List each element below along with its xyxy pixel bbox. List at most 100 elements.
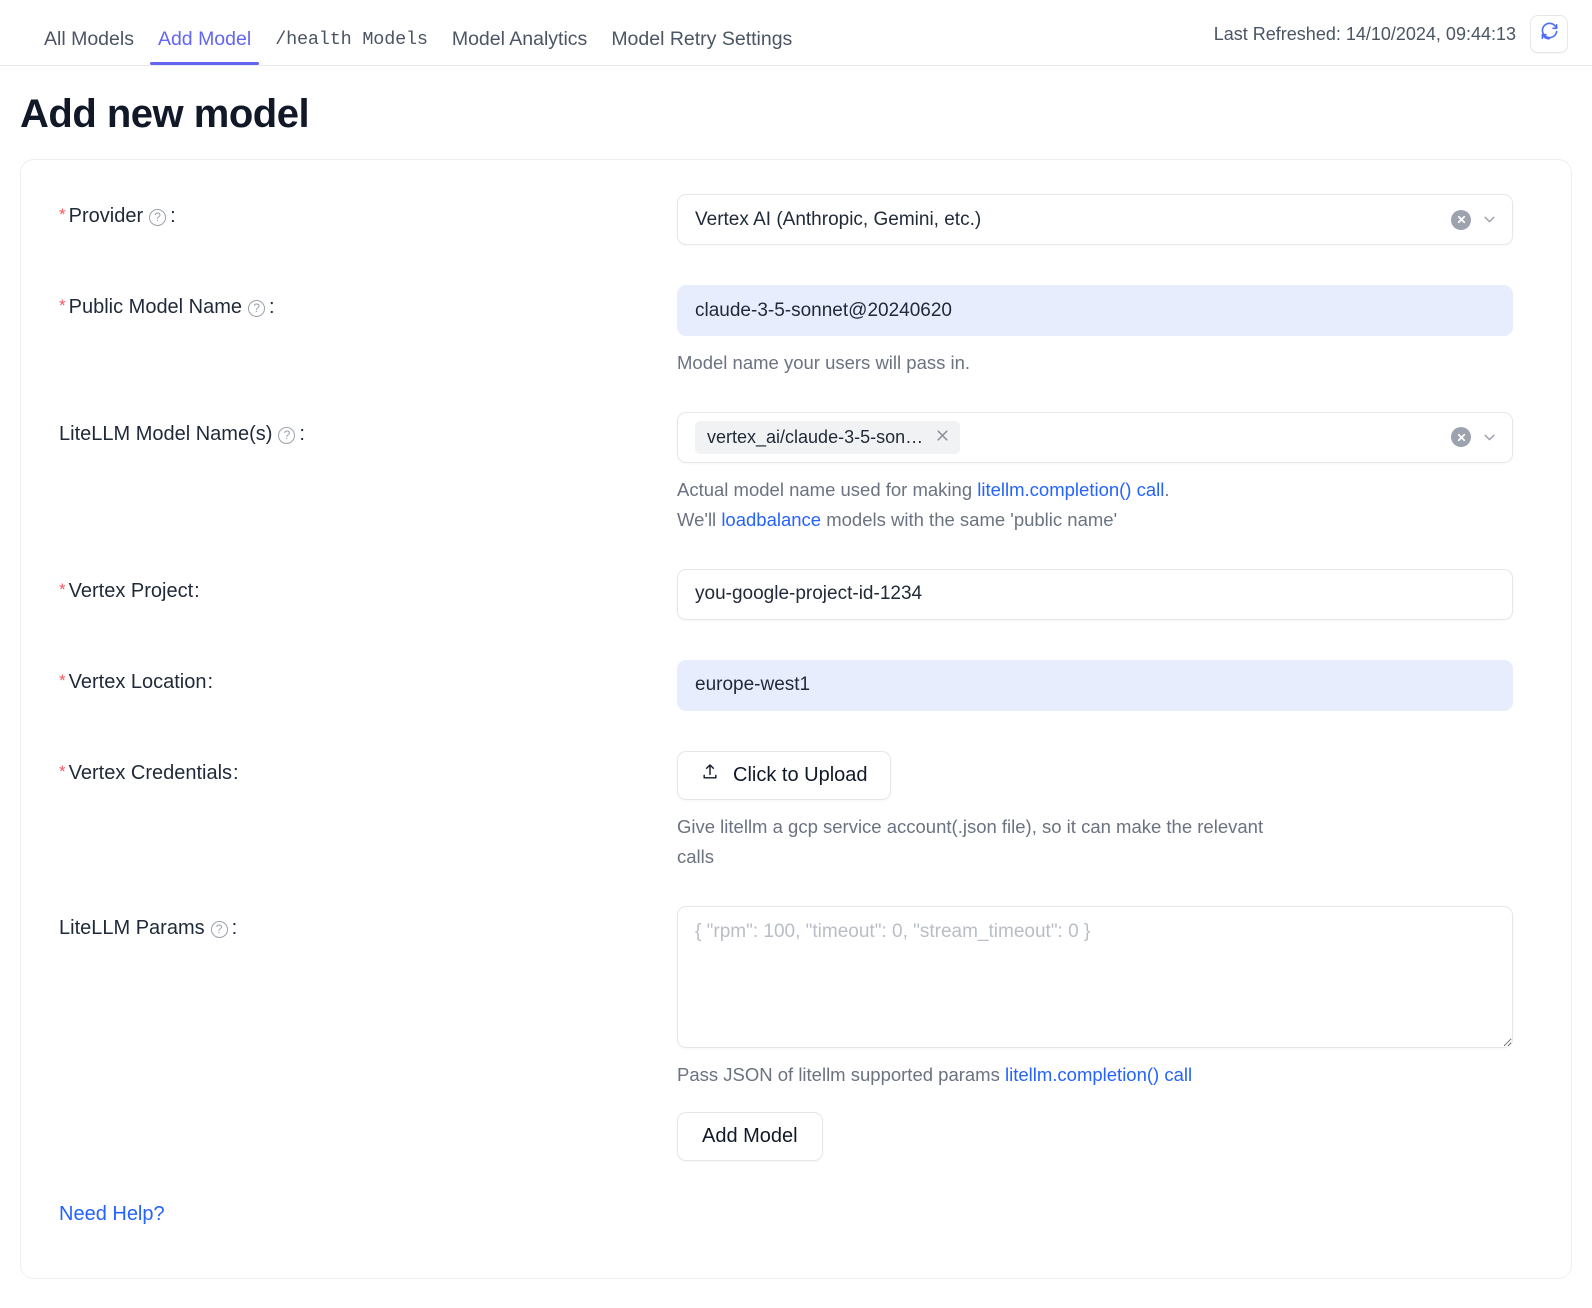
vertex-project-field (677, 568, 1513, 620)
litellm-model-names-select-icons (1451, 413, 1498, 462)
vertex-location-field (677, 659, 1513, 711)
vertex-project-label-text: Vertex Project (68, 579, 194, 602)
submit-field: Add Model (677, 1111, 1513, 1161)
provider-select-icons (1451, 195, 1498, 244)
label-colon: : (207, 670, 214, 693)
last-refreshed-label: Last Refreshed: 14/10/2024, 09:44:13 (1213, 23, 1516, 44)
provider-label-text: Provider (68, 205, 144, 227)
public-model-name-label-text: Public Model Name (68, 296, 243, 318)
vertex-location-input[interactable] (677, 659, 1513, 711)
question-circle-icon[interactable]: ? (248, 300, 266, 317)
tab-add-model[interactable]: Add Model (146, 29, 263, 66)
question-circle-icon[interactable]: ? (210, 920, 228, 938)
litellm-params-helper: Pass JSON of litellm supported params li… (677, 1060, 1247, 1090)
public-model-name-helper: Model name your users will pass in. (677, 352, 971, 373)
vertex-credentials-field: Click to Upload Give litellm a gcp servi… (677, 750, 1513, 872)
label-colon: : (194, 579, 200, 602)
helper-text-pre: We'll (677, 508, 722, 530)
label-colon: : (233, 761, 239, 784)
form-row-public-model-name: *Public Model Name?: Model name your use… (21, 285, 1571, 378)
form-row-vertex-project: * Vertex Project: (21, 568, 1571, 620)
question-circle-icon[interactable]: ? (278, 426, 296, 444)
helper-text-post: models with the same 'public name' (821, 508, 1118, 530)
litellm-completion-link[interactable]: litellm.completion() call (977, 479, 1164, 500)
helper-line-2: We'll loadbalance models with the same '… (677, 505, 1507, 535)
required-asterisk: * (59, 761, 66, 781)
page-title: Add new model (20, 92, 310, 136)
tab-model-retry-settings[interactable]: Model Retry Settings (599, 29, 804, 66)
refresh-icon (1540, 22, 1559, 46)
helper-text-pre: Actual model name used for making (677, 478, 978, 500)
provider-label: * Provider?: (59, 194, 677, 228)
required-asterisk: * (59, 296, 66, 315)
litellm-completion-link[interactable]: litellm.completion() call (1005, 1064, 1192, 1085)
clear-circle-icon[interactable] (1451, 209, 1471, 230)
litellm-params-label-text: LiteLLM Params (59, 916, 205, 939)
litellm-params-textarea[interactable] (677, 905, 1513, 1048)
add-model-form-card: * Provider?: Vertex AI (Anthropic, Gemini… (20, 159, 1572, 1279)
litellm-model-names-label: LiteLLM Model Name(s)?: (59, 412, 677, 446)
top-tab-bar: All Models Add Model /health Models Mode… (0, 0, 1592, 66)
upload-icon (700, 762, 720, 788)
question-circle-icon[interactable]: ? (149, 209, 167, 226)
refresh-area: Last Refreshed: 14/10/2024, 09:44:13 (1214, 15, 1568, 65)
required-asterisk: * (59, 579, 66, 599)
litellm-params-label: LiteLLM Params?: (59, 906, 677, 940)
clear-circle-icon[interactable] (1451, 427, 1471, 448)
form-row-provider: * Provider?: Vertex AI (Anthropic, Gemini… (21, 194, 1571, 245)
required-asterisk: * (59, 205, 66, 224)
form-row-submit: Add Model (21, 1111, 1571, 1161)
litellm-model-names-field: vertex_ai/claude-3-5-son… Actual model n… (677, 411, 1513, 535)
public-model-name-field: Model name your users will pass in. (677, 285, 1513, 378)
tab-health-models[interactable]: /health Models (263, 30, 440, 66)
litellm-model-names-helper: Actual model name used for making litell… (677, 475, 1507, 535)
chevron-down-icon[interactable] (1481, 211, 1498, 228)
litellm-model-names-label-text: LiteLLM Model Name(s) (59, 422, 273, 445)
tab-list: All Models Add Model /health Models Mode… (32, 29, 804, 66)
selected-model-tag-label: vertex_ai/claude-3-5-son… (707, 426, 924, 447)
provider-select[interactable]: Vertex AI (Anthropic, Gemini, etc.) (677, 194, 1513, 245)
selected-model-tag: vertex_ai/claude-3-5-son… (695, 420, 961, 454)
chevron-down-icon[interactable] (1481, 429, 1498, 446)
public-model-name-input[interactable] (677, 285, 1513, 336)
provider-selected-value: Vertex AI (Anthropic, Gemini, etc.) (695, 208, 982, 230)
public-model-name-label: * Public Model Name?: (59, 285, 677, 319)
add-model-submit-button[interactable]: Add Model (677, 1111, 823, 1161)
required-asterisk: * (59, 670, 66, 690)
label-colon: : (269, 296, 275, 318)
vertex-credentials-label: * Vertex Credentials: (59, 751, 677, 785)
submit-label-spacer (59, 1112, 677, 1146)
provider-field: Vertex AI (Anthropic, Gemini, etc.) (677, 194, 1513, 245)
tab-model-analytics[interactable]: Model Analytics (440, 29, 599, 66)
vertex-project-label: * Vertex Project: (59, 569, 677, 603)
form-row-litellm-model-names: LiteLLM Model Name(s)?: vertex_ai/claude… (21, 411, 1571, 535)
refresh-button[interactable] (1530, 15, 1568, 53)
tab-all-models[interactable]: All Models (32, 29, 146, 66)
vertex-project-input[interactable] (677, 568, 1513, 620)
form-row-vertex-location: * Vertex Location: (21, 659, 1571, 711)
form-row-litellm-params: LiteLLM Params?: Pass JSON of litellm su… (21, 905, 1571, 1090)
loadbalance-link[interactable]: loadbalance (721, 509, 821, 530)
label-colon: : (231, 916, 238, 939)
litellm-model-names-multiselect[interactable]: vertex_ai/claude-3-5-son… (677, 411, 1513, 463)
need-help-link[interactable]: Need Help? (59, 1203, 165, 1226)
click-to-upload-label: Click to Upload (733, 763, 868, 786)
click-to-upload-button[interactable]: Click to Upload (677, 750, 891, 800)
litellm-params-field: Pass JSON of litellm supported params li… (677, 905, 1513, 1090)
vertex-credentials-helper: Give litellm a gcp service account(.json… (677, 815, 1264, 867)
close-icon[interactable] (935, 428, 950, 446)
helper-text-pre: Pass JSON of litellm supported params (677, 1063, 1005, 1085)
add-model-page: All Models Add Model /health Models Mode… (0, 0, 1592, 1308)
helper-line-1: Actual model name used for making litell… (677, 475, 1507, 505)
label-colon: : (170, 205, 176, 227)
vertex-location-label-text: Vertex Location (68, 670, 207, 693)
form-row-vertex-credentials: * Vertex Credentials: Click to Upload Giv… (21, 750, 1571, 872)
vertex-location-label: * Vertex Location: (59, 660, 677, 694)
